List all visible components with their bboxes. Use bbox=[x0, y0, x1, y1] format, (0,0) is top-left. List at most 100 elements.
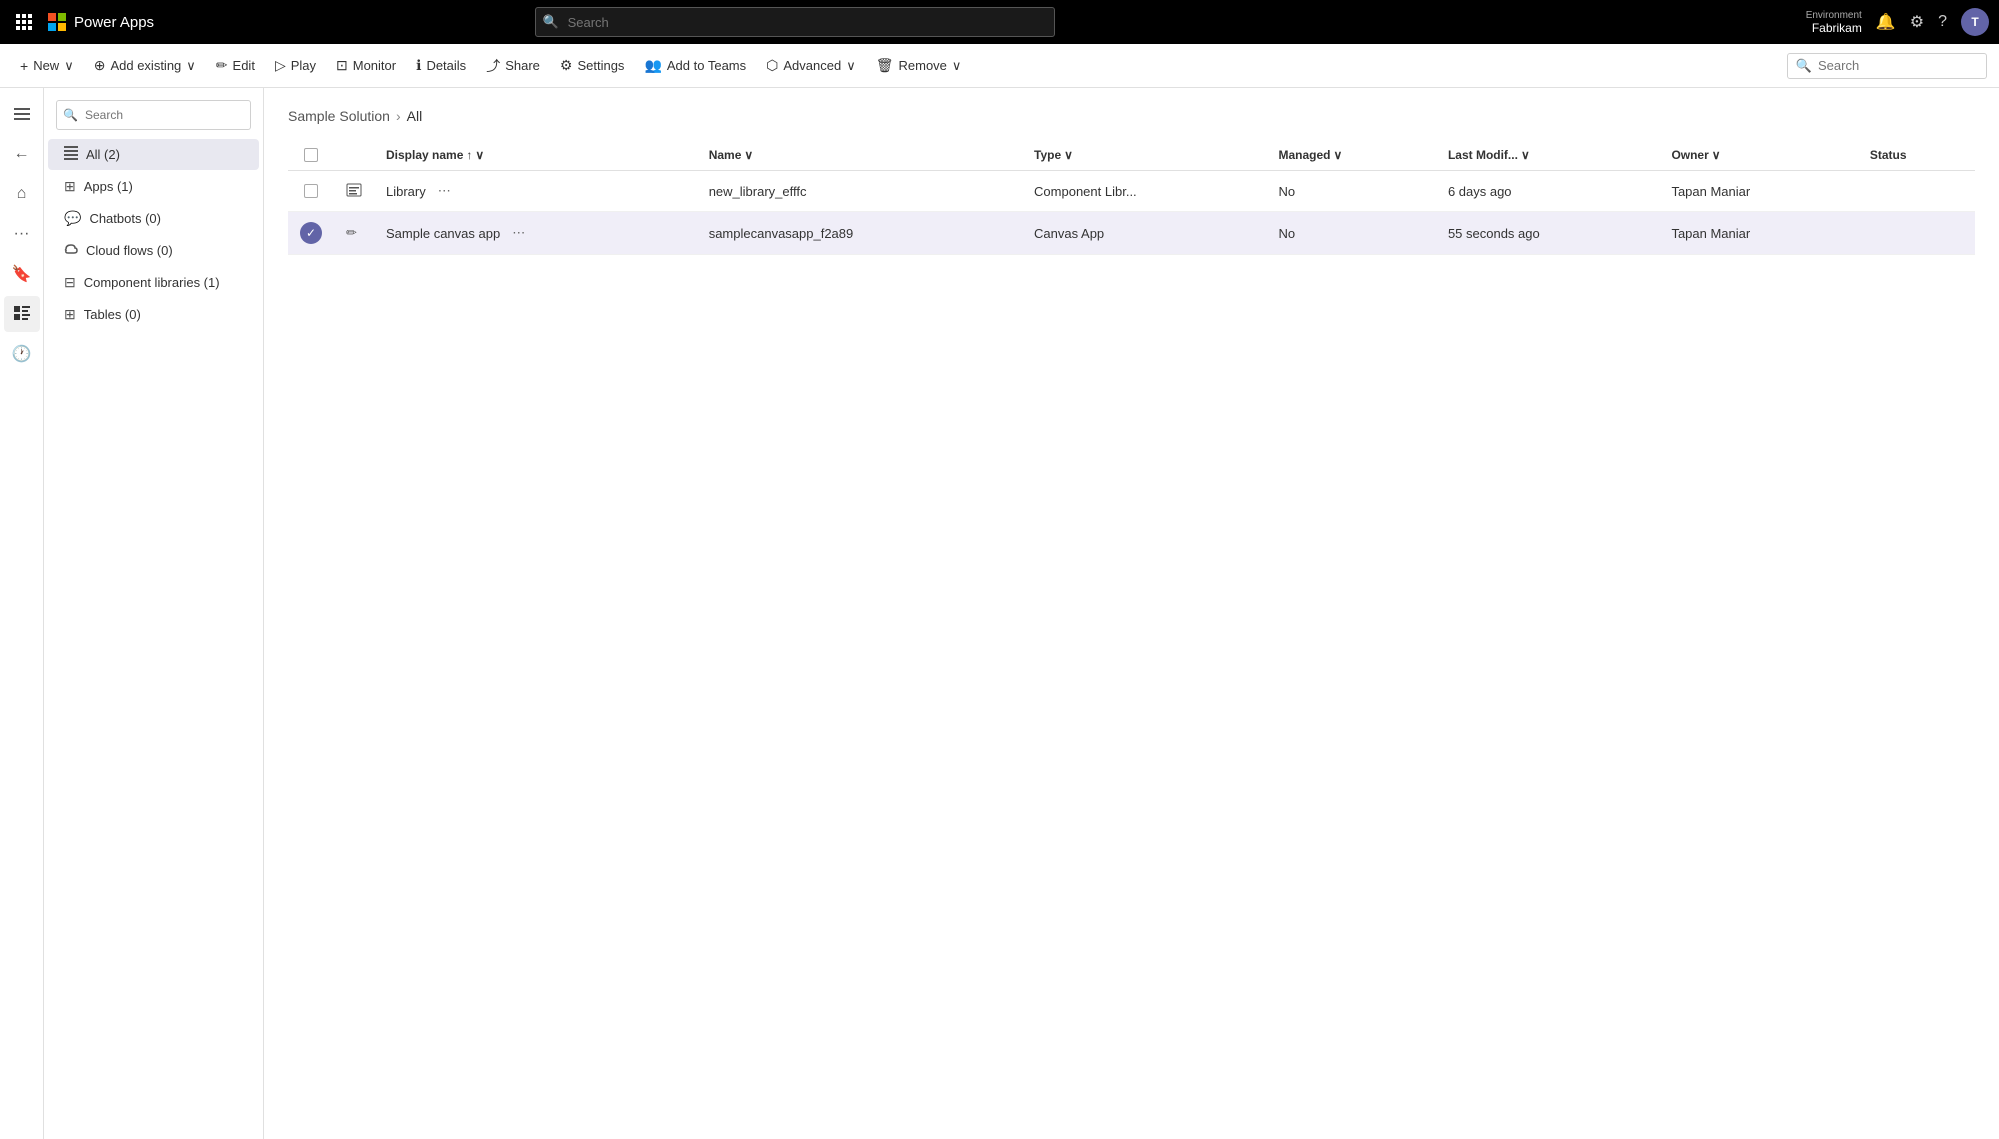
top-bar: Power Apps 🔍 Environment Fabrikam 🔔 ⚙ ? … bbox=[0, 0, 1999, 44]
th-type[interactable]: Type ∨ bbox=[1022, 140, 1266, 171]
sidebar-item-apps-label: Apps (1) bbox=[84, 179, 133, 194]
help-icon[interactable]: ? bbox=[1938, 13, 1947, 31]
top-search-icon: 🔍 bbox=[543, 14, 559, 30]
settings-button[interactable]: ⚙ Settings bbox=[552, 52, 633, 79]
table-row[interactable]: Library ⋯ new_library_efffc Component Li… bbox=[288, 171, 1975, 212]
select-all-checkbox[interactable] bbox=[304, 148, 318, 162]
managed-sort-icon: ∨ bbox=[1333, 148, 1342, 162]
th-row-icon bbox=[334, 140, 374, 171]
top-search-input[interactable] bbox=[535, 7, 1055, 37]
table-row[interactable]: ✓ ✏ Sample canvas app ⋯ bbox=[288, 212, 1975, 255]
display-name-sort-icon: ∨ bbox=[475, 148, 484, 162]
sidebar-toggle-btn[interactable] bbox=[4, 96, 40, 132]
history-btn[interactable]: 🕐 bbox=[4, 336, 40, 372]
data-table: Display name ↑ ∨ Name ∨ Type bbox=[288, 140, 1975, 255]
waffle-menu[interactable] bbox=[10, 8, 38, 36]
row2-selected-icon: ✓ bbox=[300, 222, 322, 244]
owner-sort-icon: ∨ bbox=[1712, 148, 1721, 162]
cmd-search-box: 🔍 bbox=[1787, 53, 1987, 79]
th-display-name[interactable]: Display name ↑ ∨ bbox=[374, 140, 697, 171]
avatar[interactable]: T bbox=[1961, 8, 1989, 36]
sidebar-item-component-libraries[interactable]: ⊟ Component libraries (1) bbox=[48, 267, 259, 298]
app-name: Power Apps bbox=[74, 14, 154, 31]
breadcrumb: Sample Solution › All bbox=[288, 108, 1975, 124]
advanced-button[interactable]: ⬡ Advanced ∨ bbox=[758, 52, 864, 79]
row2-icon-cell: ✏ bbox=[334, 212, 374, 255]
sidebar-item-apps[interactable]: ⊞ Apps (1) bbox=[48, 171, 259, 202]
row1-last-modified: 6 days ago bbox=[1436, 171, 1660, 212]
remove-button[interactable]: 🗑 Remove ∨ bbox=[868, 52, 970, 79]
environment-block: Environment Fabrikam bbox=[1806, 10, 1862, 35]
type-sort-icon: ∨ bbox=[1064, 148, 1073, 162]
th-last-modified[interactable]: Last Modif... ∨ bbox=[1436, 140, 1660, 171]
share-icon: ⤴ bbox=[486, 56, 500, 76]
history-icon: 🕐 bbox=[12, 344, 32, 364]
play-icon: ▷ bbox=[275, 57, 286, 74]
add-existing-button[interactable]: ⊕ Add existing ∨ bbox=[86, 52, 204, 79]
row2-name-text: Sample canvas app bbox=[386, 226, 500, 241]
row1-checkbox-cell[interactable] bbox=[288, 171, 334, 212]
nav-search-container: 🔍 bbox=[44, 96, 263, 138]
add-existing-icon: ⊕ bbox=[94, 57, 106, 74]
row1-owner: Tapan Maniar bbox=[1659, 171, 1857, 212]
row1-icon-cell bbox=[334, 171, 374, 212]
row2-actions: ⋯ bbox=[508, 223, 529, 243]
advanced-chevron-icon: ∨ bbox=[846, 58, 856, 74]
monitor-button[interactable]: ⊡ Monitor bbox=[328, 52, 404, 79]
more-icon: ··· bbox=[14, 225, 30, 243]
th-owner[interactable]: Owner ∨ bbox=[1659, 140, 1857, 171]
remove-chevron-icon: ∨ bbox=[952, 58, 962, 74]
row2-edit-icon: ✏ bbox=[346, 225, 357, 240]
new-button[interactable]: + New ∨ bbox=[12, 53, 82, 79]
row1-checkbox[interactable] bbox=[304, 184, 318, 198]
sidebar-item-tables-label: Tables (0) bbox=[84, 307, 141, 322]
row1-type: Component Libr... bbox=[1022, 171, 1266, 212]
details-button[interactable]: ℹ Details bbox=[408, 52, 474, 79]
row1-name-text: Library bbox=[386, 184, 426, 199]
row2-more-btn[interactable]: ⋯ bbox=[508, 223, 529, 243]
back-btn[interactable]: ← bbox=[4, 136, 40, 172]
monitor-icon: ⊡ bbox=[336, 57, 348, 74]
cmd-settings-icon: ⚙ bbox=[560, 57, 573, 74]
play-button[interactable]: ▷ Play bbox=[267, 52, 324, 79]
command-bar: + New ∨ ⊕ Add existing ∨ ✏ Edit ▷ Play ⊡… bbox=[0, 44, 1999, 88]
row2-checkbox-cell[interactable]: ✓ bbox=[288, 212, 334, 255]
th-checkbox[interactable] bbox=[288, 140, 334, 171]
breadcrumb-separator: › bbox=[396, 108, 401, 124]
th-status: Status bbox=[1858, 140, 1975, 171]
remove-icon: 🗑 bbox=[876, 57, 894, 74]
back-icon: ← bbox=[14, 145, 30, 163]
tables-icon: ⊞ bbox=[64, 306, 76, 323]
name-label: Name bbox=[709, 148, 742, 162]
bookmark-btn[interactable]: 🔖 bbox=[4, 256, 40, 292]
row2-managed: No bbox=[1266, 212, 1435, 255]
cmd-search-input[interactable] bbox=[1818, 58, 1978, 73]
main-layout: ← ⌂ ··· 🔖 🕐 🔍 bbox=[0, 88, 1999, 1139]
sidebar-item-chatbots-label: Chatbots (0) bbox=[89, 211, 161, 226]
edit-button[interactable]: ✏ Edit bbox=[208, 52, 263, 79]
row1-status bbox=[1858, 171, 1975, 212]
sidebar-item-all[interactable]: All (2) bbox=[48, 139, 259, 170]
row2-name: samplecanvasapp_f2a89 bbox=[697, 212, 1022, 255]
th-name[interactable]: Name ∨ bbox=[697, 140, 1022, 171]
breadcrumb-parent[interactable]: Sample Solution bbox=[288, 108, 390, 124]
more-btn[interactable]: ··· bbox=[4, 216, 40, 252]
settings-icon[interactable]: ⚙ bbox=[1910, 12, 1924, 32]
add-to-teams-button[interactable]: 👥 Add to Teams bbox=[636, 52, 754, 79]
sidebar-item-chatbots[interactable]: 💬 Chatbots (0) bbox=[48, 203, 259, 234]
cmd-search-icon: 🔍 bbox=[1796, 58, 1812, 74]
solutions-btn[interactable] bbox=[4, 296, 40, 332]
row2-display-name: Sample canvas app ⋯ bbox=[374, 212, 697, 255]
sidebar-item-cloud-flows[interactable]: Cloud flows (0) bbox=[48, 235, 259, 266]
notification-icon[interactable]: 🔔 bbox=[1876, 12, 1896, 32]
home-btn[interactable]: ⌂ bbox=[4, 176, 40, 212]
nav-search-input[interactable] bbox=[56, 100, 251, 130]
details-icon: ℹ bbox=[416, 57, 421, 74]
row1-actions: ⋯ bbox=[434, 181, 455, 201]
sidebar-item-tables[interactable]: ⊞ Tables (0) bbox=[48, 299, 259, 330]
component-libraries-icon: ⊟ bbox=[64, 274, 76, 291]
content-area: Sample Solution › All Display name ↑ ∨ bbox=[264, 88, 1999, 1139]
row1-more-btn[interactable]: ⋯ bbox=[434, 181, 455, 201]
share-button[interactable]: ⤴ Share bbox=[478, 51, 548, 81]
th-managed[interactable]: Managed ∨ bbox=[1266, 140, 1435, 171]
